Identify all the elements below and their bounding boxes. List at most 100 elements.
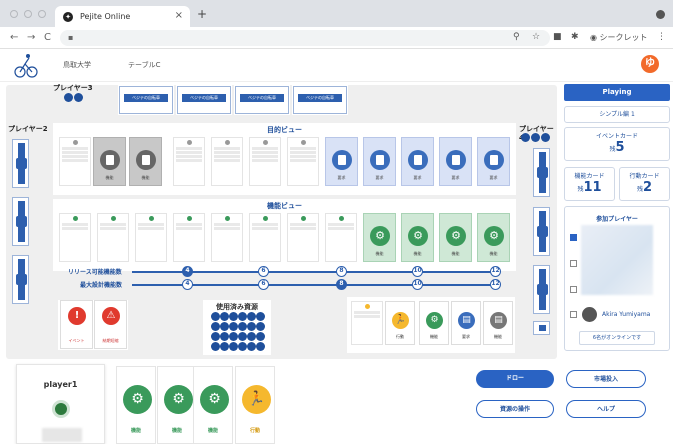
resource-token[interactable] — [238, 342, 247, 351]
played-request-card[interactable]: ▤ 要求 — [451, 301, 481, 345]
function-mini-card[interactable] — [249, 213, 281, 262]
purpose-request-card[interactable]: 要求 — [401, 137, 434, 186]
player4-card[interactable] — [533, 265, 550, 314]
played-action-card[interactable]: 🏃 行動 — [385, 301, 415, 345]
help-button[interactable]: ヘルプ — [566, 400, 646, 418]
purpose-function-card[interactable]: 機能 — [93, 137, 126, 186]
address-bar[interactable]: ▪ — [60, 30, 550, 46]
resource-token[interactable] — [256, 342, 265, 351]
resource-token[interactable] — [220, 322, 229, 331]
function-card[interactable]: ⚙ 機能 — [401, 213, 434, 262]
extension-icon[interactable]: ■ — [553, 32, 562, 42]
resource-token[interactable] — [256, 322, 265, 331]
player2-card[interactable] — [12, 139, 29, 188]
app-logo-icon[interactable]: ゆ — [641, 55, 659, 73]
window-close-dot[interactable] — [10, 10, 18, 18]
resource-token[interactable] — [247, 342, 256, 351]
reload-icon[interactable]: C — [44, 32, 51, 43]
forward-icon[interactable]: → — [27, 32, 35, 43]
player3-card[interactable]: ベジテの自転車 — [293, 86, 347, 114]
purpose-function-card[interactable]: 機能 — [129, 137, 162, 186]
hand-function-card[interactable]: ⚙ 機能 — [116, 366, 156, 444]
hand-function-card[interactable]: ⚙ 機能 — [157, 366, 197, 444]
participant-checkbox[interactable] — [570, 286, 577, 293]
resource-token[interactable] — [220, 312, 229, 321]
player4-card[interactable] — [533, 207, 550, 256]
profile-menu-icon[interactable] — [656, 10, 665, 19]
resource-token[interactable] — [238, 312, 247, 321]
purpose-request-card[interactable]: 要求 — [477, 137, 510, 186]
puzzle-icon[interactable]: ✱ — [571, 32, 579, 42]
played-mini-card[interactable] — [351, 301, 383, 345]
kebab-menu-icon[interactable]: ⋮ — [657, 32, 666, 42]
purpose-request-card[interactable]: 要求 — [439, 137, 472, 186]
player3-card[interactable]: ベジテの自転車 — [119, 86, 173, 114]
resource-token[interactable] — [247, 312, 256, 321]
player3-card[interactable]: ベジテの自転車 — [177, 86, 231, 114]
player4-card[interactable] — [533, 321, 550, 335]
resource-token[interactable] — [256, 332, 265, 341]
purpose-mini-card[interactable] — [287, 137, 319, 186]
played-function-card[interactable]: ▤ 機能 — [483, 301, 513, 345]
bookmark-star-icon[interactable]: ☆ — [532, 32, 540, 42]
release-node[interactable]: 8 — [336, 266, 347, 277]
max-node[interactable]: 4 — [182, 279, 193, 290]
max-node[interactable]: 10 — [412, 279, 423, 290]
function-mini-card[interactable] — [325, 213, 357, 262]
function-card[interactable]: ⚙ 機能 — [477, 213, 510, 262]
resource-token[interactable] — [211, 322, 220, 331]
resource-token[interactable] — [247, 332, 256, 341]
function-deck-box[interactable]: 機能カード 残11 — [564, 167, 615, 201]
player4-card[interactable] — [533, 148, 550, 197]
participant-checkbox[interactable] — [570, 234, 577, 241]
resource-token[interactable] — [229, 312, 238, 321]
resource-token[interactable] — [229, 332, 238, 341]
resource-token[interactable] — [247, 322, 256, 331]
event-card[interactable]: ! イベント — [60, 300, 93, 349]
window-maximize-dot[interactable] — [38, 10, 46, 18]
function-mini-card[interactable] — [59, 213, 91, 262]
hand-function-card[interactable]: ⚙ 機能 — [193, 366, 233, 444]
resource-token[interactable] — [220, 332, 229, 341]
delay-card[interactable]: ⚠ 納期短縮 — [94, 300, 127, 349]
resource-ops-button[interactable]: 資源の操作 — [476, 400, 554, 418]
resource-token[interactable] — [211, 312, 220, 321]
action-deck-box[interactable]: 行動カード 残2 — [619, 167, 670, 201]
player2-card[interactable] — [12, 255, 29, 304]
participant-checkbox[interactable] — [570, 311, 577, 318]
purpose-mini-card[interactable] — [249, 137, 281, 186]
close-tab-icon[interactable]: × — [175, 10, 183, 21]
purpose-mini-card[interactable] — [59, 137, 91, 186]
player3-card[interactable]: ベジテの自転車 — [235, 86, 289, 114]
resource-token[interactable] — [220, 342, 229, 351]
draw-button[interactable]: ドロー — [476, 370, 554, 388]
hand-action-card[interactable]: 🏃 行動 — [235, 366, 275, 444]
function-mini-card[interactable] — [97, 213, 129, 262]
resource-token[interactable] — [229, 342, 238, 351]
participant-checkbox[interactable] — [570, 260, 577, 267]
zoom-icon[interactable]: ⚲ — [513, 32, 520, 42]
function-mini-card[interactable] — [287, 213, 319, 262]
resource-token[interactable] — [256, 312, 265, 321]
resource-token[interactable] — [211, 332, 220, 341]
max-node[interactable]: 8 — [336, 279, 347, 290]
new-tab-icon[interactable]: + — [197, 7, 207, 21]
resource-token[interactable] — [238, 332, 247, 341]
window-minimize-dot[interactable] — [24, 10, 32, 18]
browser-tab[interactable]: ✦ Pejite Online × — [55, 6, 190, 27]
function-mini-card[interactable] — [135, 213, 167, 262]
incognito-indicator[interactable]: ◉ シークレット — [590, 32, 648, 43]
purpose-mini-card[interactable] — [211, 137, 243, 186]
max-node[interactable]: 6 — [258, 279, 269, 290]
function-mini-card[interactable] — [211, 213, 243, 262]
played-function-card[interactable]: ⚙ 機能 — [419, 301, 449, 345]
back-icon[interactable]: ← — [10, 32, 18, 43]
purpose-request-card[interactable]: 要求 — [363, 137, 396, 186]
release-node[interactable]: 4 — [182, 266, 193, 277]
release-node[interactable]: 6 — [258, 266, 269, 277]
player2-card[interactable] — [12, 197, 29, 246]
function-card[interactable]: ⚙ 機能 — [363, 213, 396, 262]
resource-token[interactable] — [229, 322, 238, 331]
max-node[interactable]: 12 — [490, 279, 501, 290]
resource-token[interactable] — [211, 342, 220, 351]
